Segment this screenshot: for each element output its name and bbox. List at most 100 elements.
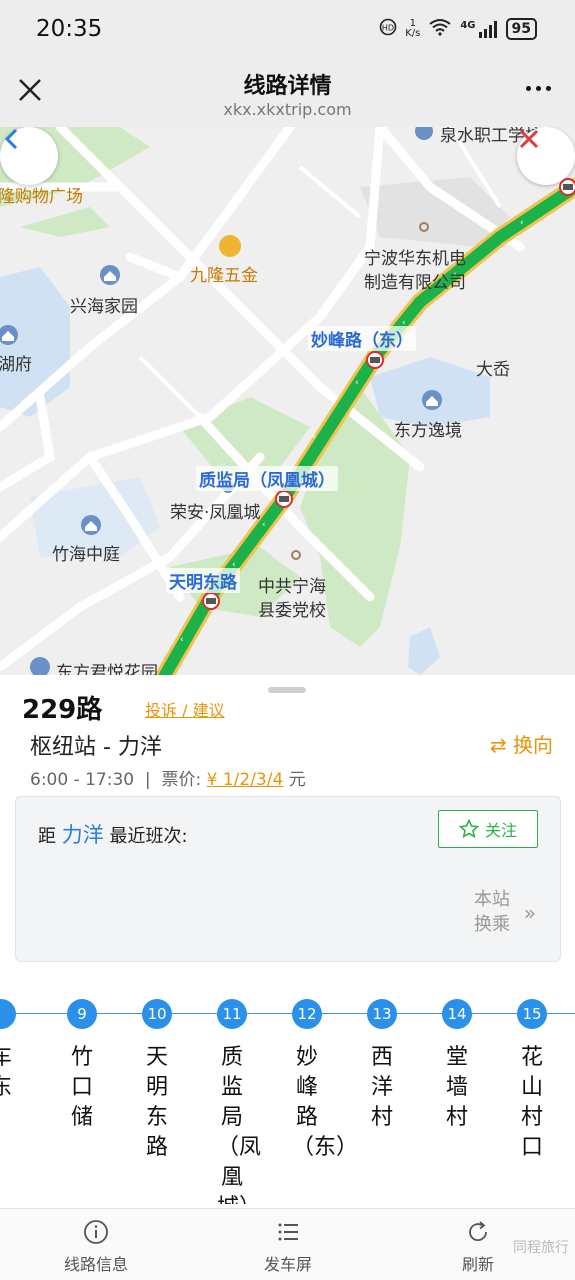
stop-number: 9 <box>67 999 97 1029</box>
hd-call-icon: HD <box>379 18 397 40</box>
stop-number: 14 <box>442 999 472 1029</box>
nearest-suffix: 最近班次: <box>109 826 188 847</box>
service-hours: 6:00 - 17:30 <box>30 770 135 790</box>
stop-item[interactable]: 10 天明东路 <box>142 999 172 1163</box>
net-speed: 1 K/s <box>405 19 420 39</box>
map-poi-label: 隆购物广场 <box>0 187 83 207</box>
stop-name: 质监局（凤凰城） <box>217 1045 262 1204</box>
stop-name: 西洋村 <box>370 1045 393 1130</box>
transfer-label-1: 本站 <box>474 889 510 910</box>
map-poi-label: 湖府 <box>0 355 32 375</box>
destination-name: 力洋 <box>61 823 104 847</box>
info-icon <box>36 1219 156 1245</box>
wifi-icon <box>428 18 452 40</box>
follow-button[interactable]: 关注 <box>438 810 538 848</box>
map-poi-label: 荣安·凤凰城 <box>170 503 261 523</box>
stop-number: 13 <box>367 999 397 1029</box>
map-poi-label: 县委党校 <box>258 601 326 621</box>
stop-name: 堂墙村 <box>445 1045 468 1130</box>
map-stop-label[interactable]: 质监局（凤凰城） <box>196 466 338 491</box>
map-poi-label: 东方君悦花园 <box>56 663 158 675</box>
chevron-left-icon <box>4 128 18 150</box>
transfer-label-2: 换乘 <box>474 914 510 935</box>
stop-name: 竹口储 <box>70 1045 93 1130</box>
svg-text:‹: ‹ <box>520 218 524 228</box>
follow-label: 关注 <box>484 821 517 840</box>
route-map[interactable]: ‹ ‹ ‹ ‹ ‹ ‹ ‹ ‹ 泉水职工学校 隆购物广场 宁波华东机电 制造有限公司 九隆… <box>0 127 575 675</box>
watermark: 同程旅行 <box>513 1240 569 1256</box>
more-dot-icon <box>546 86 551 91</box>
stop-number: 15 <box>517 999 547 1029</box>
swap-label: 换向 <box>513 733 553 757</box>
nav-header: 线路详情 xkx.xkxtrip.com <box>0 60 575 127</box>
star-icon <box>458 819 479 839</box>
map-poi-label: 竹海中庭 <box>52 545 120 565</box>
complaint-link[interactable]: 投诉 / 建议 <box>145 697 225 721</box>
svg-text:‹: ‹ <box>355 378 359 388</box>
stop-item[interactable]: 11 质监局（凤凰城） <box>217 999 262 1204</box>
page-title: 线路详情 <box>243 74 332 99</box>
map-back-button[interactable] <box>0 127 58 185</box>
map-poi-label: 中共宁海 <box>258 577 326 597</box>
nearest-prefix: 距 <box>38 826 56 847</box>
map-poi-label: 九隆五金 <box>190 266 258 286</box>
stop-list[interactable]: 车东 9 竹口储 10 天明东路 11 质监局（凤凰城） 12 妙峰路（东） 1… <box>0 999 575 1204</box>
svg-text:HD: HD <box>382 24 394 33</box>
route-direction: 枢纽站 - 力洋 <box>30 735 162 760</box>
stop-name: 车东 <box>0 1045 12 1100</box>
tab-label: 线路信息 <box>63 1255 128 1274</box>
status-icons: HD 1 K/s 4G 95 <box>379 18 537 40</box>
map-poi-label: 东方逸境 <box>394 421 462 441</box>
stop-number: 11 <box>217 999 247 1029</box>
swap-icon: ⇄ <box>489 733 507 757</box>
stop-number: 12 <box>292 999 322 1029</box>
more-dot-icon <box>526 86 531 91</box>
stop-number: 10 <box>142 999 172 1029</box>
status-time: 20:35 <box>36 16 103 42</box>
stop-item[interactable]: 车东 <box>0 999 16 1103</box>
signal-icon: 4G <box>460 20 497 38</box>
tab-route-info[interactable]: 线路信息 <box>36 1219 156 1275</box>
status-bar: 20:35 HD 1 K/s 4G 95 <box>0 0 575 60</box>
route-panel: 229路 投诉 / 建议 枢纽站 - 力洋 ⇄ 换向 6:00 - 17:30 … <box>0 675 575 1208</box>
tab-label: 发车屏 <box>263 1255 312 1274</box>
map-poi-label: 宁波华东机电 <box>364 249 466 269</box>
tab-departure-screen[interactable]: 发车屏 <box>228 1219 348 1275</box>
stop-item[interactable]: 13 西洋村 <box>367 999 397 1133</box>
svg-text:‹: ‹ <box>180 635 184 645</box>
net-speed-unit: K/s <box>405 28 421 39</box>
swap-direction-button[interactable]: ⇄ 换向 <box>490 729 553 758</box>
divider: | <box>139 770 157 790</box>
page-url: xkx.xkxtrip.com <box>223 100 352 119</box>
nearest-bus-box: 距 力洋 最近班次: 关注 本站 换乘 » <box>15 796 561 962</box>
stop-name: 花山村口 <box>520 1045 543 1160</box>
stop-item[interactable]: 14 堂墙村 <box>442 999 472 1133</box>
svg-text:‹: ‹ <box>262 520 266 530</box>
fare-value[interactable]: ¥ 1/2/3/4 <box>207 770 284 790</box>
stop-name: 妙峰路（东） <box>292 1045 359 1160</box>
list-icon <box>228 1219 348 1245</box>
stop-item[interactable]: 15 花山村口 <box>517 999 547 1163</box>
drag-handle[interactable] <box>268 687 306 693</box>
transfer-button[interactable]: 本站 换乘 <box>474 887 510 937</box>
stop-name: 天明东路 <box>145 1045 168 1160</box>
map-poi-label: 制造有限公司 <box>364 273 466 293</box>
map-close-button[interactable] <box>517 127 575 185</box>
route-name: 229路 <box>22 695 103 725</box>
close-red-icon <box>519 129 539 149</box>
stop-item[interactable]: 9 竹口储 <box>67 999 97 1133</box>
bottom-tab-bar: 线路信息 发车屏 刷新 同程旅行 <box>0 1208 575 1280</box>
double-chevron-right-icon: » <box>523 901 536 925</box>
svg-text:‹: ‹ <box>312 432 316 442</box>
map-poi-label: 大岙 <box>476 360 510 380</box>
stop-item[interactable]: 12 妙峰路（东） <box>292 999 359 1163</box>
map-stop-label[interactable]: 妙峰路（东） <box>308 326 416 351</box>
net-type: 4G <box>460 20 476 31</box>
more-dot-icon <box>536 86 541 91</box>
map-stop-label[interactable]: 天明东路 <box>166 568 240 593</box>
battery-indicator: 95 <box>505 18 537 40</box>
stop-number <box>0 999 16 1029</box>
more-button[interactable] <box>526 86 551 91</box>
nearest-bus-text: 距 力洋 最近班次: <box>38 819 188 849</box>
fare-unit: 元 <box>288 770 306 790</box>
